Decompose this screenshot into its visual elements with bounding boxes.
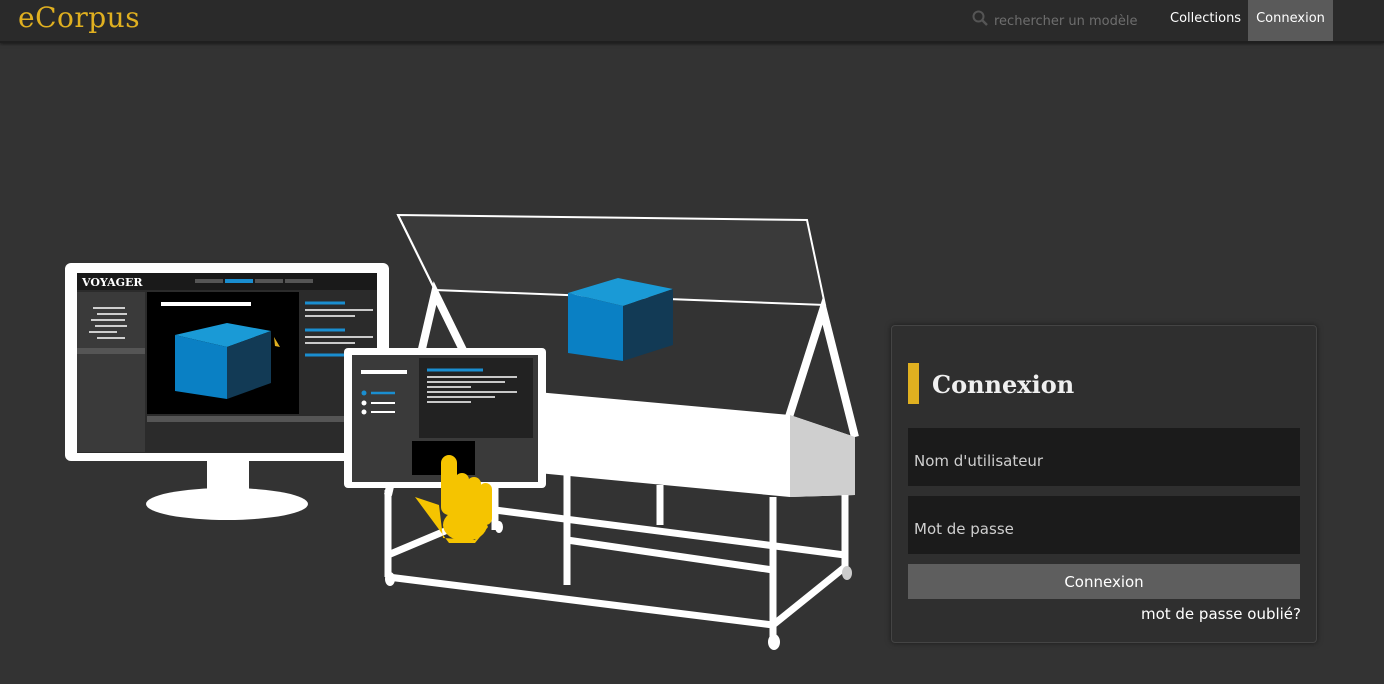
search-input[interactable] — [992, 8, 1156, 34]
monitor-icon: VOYAGER — [65, 263, 389, 520]
login-card: Connexion Connexion mot de passe oublié? — [891, 325, 1317, 643]
login-title: Connexion — [932, 370, 1075, 399]
forgot-password-link[interactable]: mot de passe oublié? — [1141, 605, 1301, 623]
top-bar: eCorpus Collections Connexion — [0, 0, 1384, 43]
search-icon — [972, 10, 988, 26]
login-submit-button[interactable]: Connexion — [908, 564, 1300, 599]
nav-collections[interactable]: Collections — [1160, 0, 1251, 41]
hero-illustration: VOYAGER — [65, 213, 859, 650]
monitor-brand: VOYAGER — [81, 276, 143, 289]
cube-icon — [568, 278, 673, 361]
username-field[interactable] — [908, 428, 1300, 486]
password-field[interactable] — [908, 496, 1300, 554]
logo[interactable]: eCorpus — [18, 1, 140, 34]
search-box[interactable] — [972, 8, 1156, 34]
title-accent-bar — [908, 363, 919, 404]
nav-login[interactable]: Connexion — [1248, 0, 1333, 41]
